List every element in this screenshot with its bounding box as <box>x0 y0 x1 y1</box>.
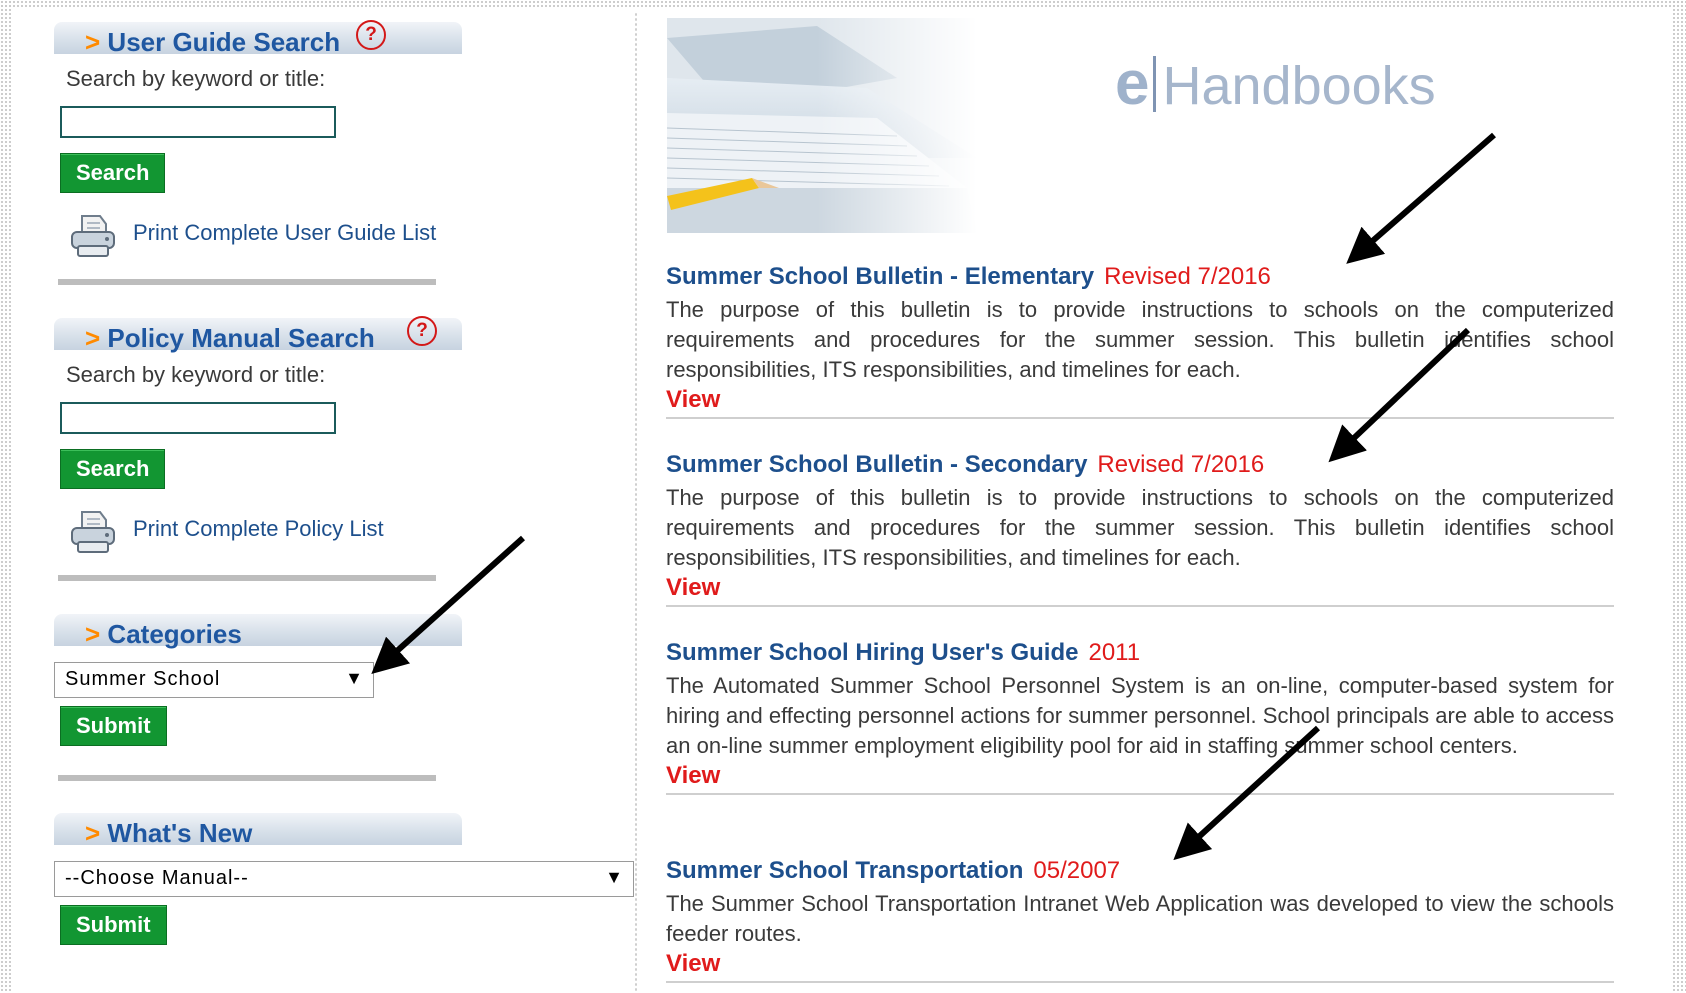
categories-title: Categories <box>107 619 242 649</box>
user-guide-search-title: User Guide Search <box>107 27 341 57</box>
main-content: e Handbooks Summer School Bulletin - Elem… <box>640 0 1670 993</box>
chevron-down-icon: ▼ <box>605 867 623 887</box>
section-divider <box>58 575 436 581</box>
chevron-right-icon: > <box>85 323 101 353</box>
ehandbooks-banner: e Handbooks <box>667 18 1627 233</box>
policy-search-label: Search by keyword or title: <box>66 362 326 387</box>
policy-manual-search-title: Policy Manual Search <box>107 323 375 353</box>
handbook-title-link[interactable]: Summer School Transportation <box>666 857 1023 884</box>
chevron-right-icon: > <box>85 27 101 57</box>
handbook-title-link[interactable]: Summer School Hiring User's Guide <box>666 639 1078 666</box>
categories-select[interactable]: Summer School ▼ <box>54 662 374 698</box>
view-link[interactable]: View <box>666 573 1614 603</box>
policy-manual-search-header: > Policy Manual Search ? <box>54 316 462 353</box>
sidebar: > User Guide Search ? Search by keyword … <box>0 0 640 993</box>
print-policy-link[interactable]: Print Complete Policy List <box>133 516 384 542</box>
page-frame-right <box>1672 0 1686 993</box>
handbook-description: The purpose of this bulletin is to provi… <box>666 297 1614 382</box>
whats-new-selected-value: --Choose Manual-- <box>65 867 249 889</box>
chevron-right-icon: > <box>85 818 101 848</box>
view-link[interactable]: View <box>666 385 1614 415</box>
handbook-description: The purpose of this bulletin is to provi… <box>666 485 1614 570</box>
categories-selected-value: Summer School <box>65 668 221 690</box>
handbook-entry: Summer School Transportation 05/2007 The … <box>666 857 1614 983</box>
revision-date: 05/2007 <box>1033 857 1121 884</box>
user-guide-search-label: Search by keyword or title: <box>66 66 326 91</box>
handbook-title-link[interactable]: Summer School Bulletin - Elementary <box>666 263 1094 290</box>
entry-divider <box>666 605 1614 607</box>
policy-search-input[interactable] <box>60 402 336 434</box>
handbook-entry: Summer School Bulletin - Secondary Revise… <box>666 451 1614 607</box>
section-divider <box>58 775 436 781</box>
policy-search-button[interactable]: Search <box>60 449 166 489</box>
entry-divider <box>666 981 1614 983</box>
handbook-title-link[interactable]: Summer School Bulletin - Secondary <box>666 451 1087 478</box>
view-link[interactable]: View <box>666 949 1614 979</box>
user-guide-search-input[interactable] <box>60 106 336 138</box>
revision-date: Revised 7/2016 <box>1104 263 1271 290</box>
whats-new-submit-button[interactable]: Submit <box>60 905 167 945</box>
ehandbooks-logo: e Handbooks <box>1115 49 1436 118</box>
revision-date: 2011 <box>1088 639 1141 666</box>
whats-new-title: What's New <box>107 818 253 848</box>
help-icon[interactable]: ? <box>407 316 437 346</box>
printer-icon <box>71 215 115 257</box>
categories-header: > Categories <box>54 614 462 649</box>
handbook-description: The Automated Summer School Personnel Sy… <box>666 673 1614 758</box>
chevron-right-icon: > <box>85 619 101 649</box>
handbook-description: The Summer School Transportation Intrane… <box>666 891 1614 946</box>
entry-divider <box>666 417 1614 419</box>
help-icon[interactable]: ? <box>356 20 386 50</box>
user-guide-search-button[interactable]: Search <box>60 153 166 193</box>
handbook-entry: Summer School Hiring User's Guide 2011 Th… <box>666 639 1614 795</box>
user-guide-search-header: > User Guide Search ? <box>54 20 462 57</box>
categories-submit-button[interactable]: Submit <box>60 706 167 746</box>
view-link[interactable]: View <box>666 761 1614 791</box>
whats-new-header: > What's New <box>54 813 462 848</box>
entry-divider <box>666 793 1614 795</box>
whats-new-select[interactable]: --Choose Manual-- ▼ <box>54 861 634 897</box>
revision-date: Revised 7/2016 <box>1097 451 1265 478</box>
handbook-entry: Summer School Bulletin - Elementary Revis… <box>666 263 1614 419</box>
print-user-guide-link[interactable]: Print Complete User Guide List <box>133 220 436 246</box>
printer-icon <box>71 511 115 553</box>
section-divider <box>58 279 436 285</box>
chevron-down-icon: ▼ <box>345 668 363 688</box>
